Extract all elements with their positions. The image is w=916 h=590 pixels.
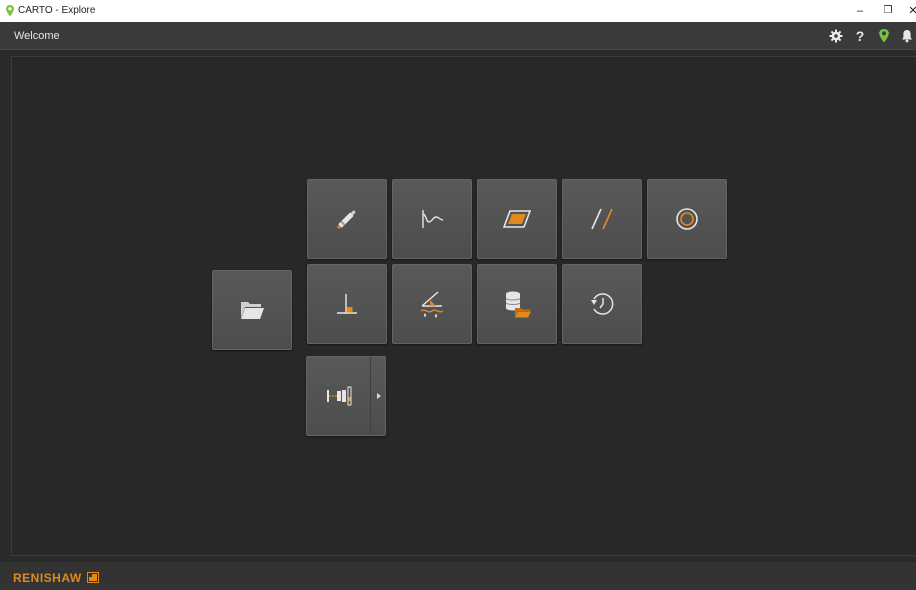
page-title: Welcome [14, 30, 60, 42]
settings-icon [829, 29, 843, 43]
window-title: CARTO - Explore [18, 5, 96, 16]
location-button[interactable] [874, 26, 894, 46]
folder-open-icon [241, 302, 264, 319]
angle-wave-icon [420, 291, 444, 318]
caret-right-icon [376, 393, 381, 399]
notifications-button[interactable] [898, 26, 916, 46]
waveform-icon [422, 210, 444, 228]
app-pin-icon [6, 5, 14, 17]
parallel-lines-icon [591, 208, 613, 230]
settings-button[interactable] [826, 26, 846, 46]
brand-logo-text: RENISHAW [13, 571, 82, 585]
laser-measurement-tile[interactable] [307, 179, 387, 259]
xm-system-dropdown-button[interactable] [371, 357, 386, 435]
location-pin-icon [879, 29, 889, 43]
perpendicular-icon [337, 294, 357, 314]
history-tile[interactable] [562, 264, 642, 344]
rotary-tile[interactable] [647, 179, 727, 259]
window-titlebar: CARTO - Explore – ❐ ✕ [0, 0, 916, 22]
app-header: Welcome ? [0, 22, 916, 50]
help-icon: ? [855, 28, 865, 44]
database-folder-icon [505, 291, 531, 318]
close-button[interactable]: ✕ [898, 2, 916, 20]
dynamic-measurement-tile[interactable] [392, 179, 472, 259]
database-tile[interactable] [477, 264, 557, 344]
parallelogram-icon [502, 210, 532, 228]
angular-tile[interactable] [392, 264, 472, 344]
squareness-tile[interactable] [307, 264, 387, 344]
minimize-button[interactable]: – [845, 2, 875, 20]
help-button[interactable]: ? [850, 26, 870, 46]
history-clock-icon [591, 293, 614, 315]
laser-pen-icon [337, 210, 356, 229]
footer: RENISHAW [0, 562, 916, 590]
notification-bell-icon [902, 30, 912, 43]
open-file-tile[interactable] [212, 270, 292, 350]
circle-target-icon [676, 208, 698, 230]
xm-system-icon [326, 386, 351, 406]
xm-system-tile[interactable] [306, 356, 386, 436]
renishaw-logo-icon [87, 572, 99, 583]
flatness-tile[interactable] [477, 179, 557, 259]
main-stage [11, 56, 916, 556]
parallelism-tile[interactable] [562, 179, 642, 259]
xm-system-main[interactable] [307, 357, 370, 435]
